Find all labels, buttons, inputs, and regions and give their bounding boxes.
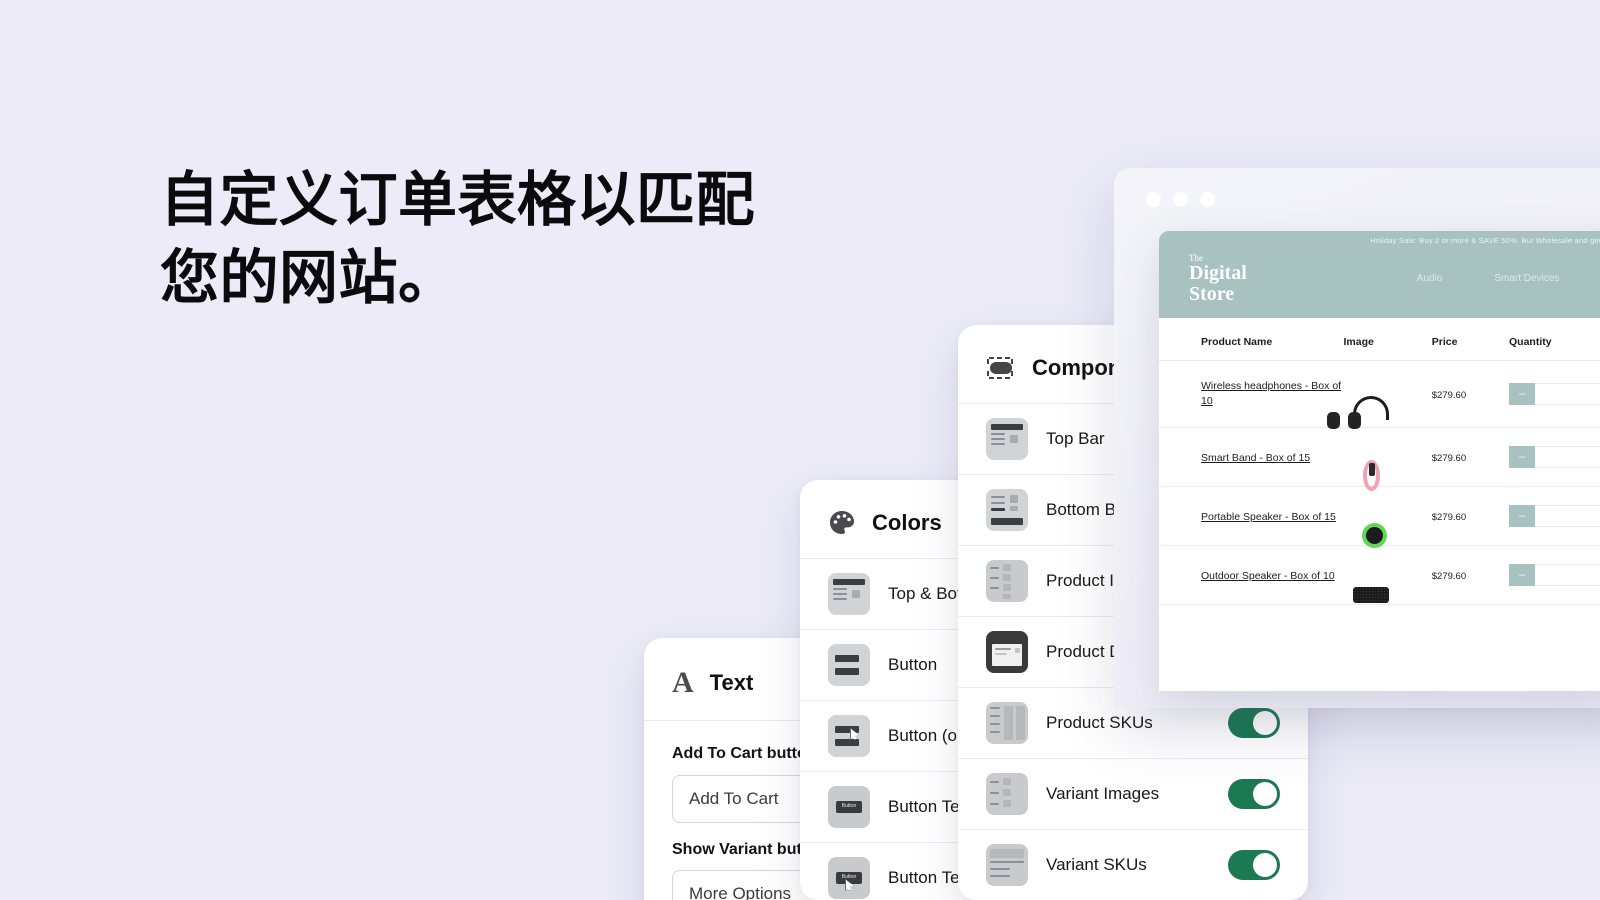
table-row: Wireless headphones - Box of 10 $279.60 … — [1159, 360, 1600, 430]
table-row: Smart Band - Box of 15 $279.60 – — [1159, 427, 1600, 492]
quantity-input[interactable] — [1535, 564, 1600, 587]
component-label-variant-images: Variant Images — [1046, 784, 1160, 803]
minimize-icon[interactable] — [1173, 192, 1188, 207]
button-text-thumb: Button — [828, 786, 870, 828]
product-link[interactable]: Outdoor Speaker - Box of 10 — [1201, 569, 1335, 584]
palette-icon — [828, 510, 856, 536]
logo-line-2: Store — [1189, 282, 1235, 305]
top-bottom-bar-thumb — [828, 573, 870, 615]
product-price: $279.60 — [1431, 453, 1467, 465]
cell-price: $279.60 — [1431, 486, 1509, 547]
cell-price: $279.60 — [1431, 360, 1509, 429]
cell-image — [1343, 486, 1432, 549]
nav-item-smart-devices-1[interactable]: Smart Devices — [1494, 273, 1559, 284]
text-card-title: Text — [709, 670, 754, 695]
product-link[interactable]: Portable Speaker - Box of 15 — [1201, 510, 1336, 525]
colors-card-title: Colors — [872, 510, 942, 535]
nav-item-audio[interactable]: Audio — [1417, 273, 1443, 284]
toggle-variant-images[interactable] — [1228, 779, 1280, 809]
cell-product-name: Smart Band - Box of 15 — [1159, 427, 1344, 488]
nav-links: Audio Smart Devices Smart Devices — [1417, 273, 1600, 284]
maximize-icon[interactable] — [1200, 192, 1215, 207]
cell-quantity: – — [1509, 360, 1600, 429]
variant-images-thumb — [986, 773, 1028, 815]
cell-quantity: – — [1509, 427, 1600, 488]
button-hover-thumb — [828, 715, 870, 757]
toggle-product-skus[interactable] — [1228, 708, 1280, 738]
quantity-stepper[interactable]: – — [1509, 446, 1600, 469]
quantity-stepper[interactable]: – — [1509, 383, 1600, 406]
product-price: $279.60 — [1431, 390, 1467, 402]
cell-quantity: – — [1509, 486, 1600, 547]
quantity-stepper[interactable]: – — [1509, 505, 1600, 528]
cell-price: $279.60 — [1431, 427, 1509, 488]
table-header-row: Product Name Image Price Quantity — [1159, 317, 1600, 361]
cell-product-name: Wireless headphones - Box of 10 — [1159, 360, 1344, 429]
quantity-input[interactable] — [1535, 446, 1600, 469]
cell-image — [1343, 545, 1432, 606]
store-navbar: The Digital Store Audio Smart Devices Sm… — [1159, 248, 1600, 318]
quantity-input[interactable] — [1535, 505, 1600, 528]
decrement-button[interactable]: – — [1509, 446, 1535, 469]
decrement-button[interactable]: – — [1509, 564, 1535, 587]
top-bar-thumb — [986, 418, 1028, 460]
header-quantity: Quantity — [1509, 317, 1600, 361]
cell-quantity: – — [1509, 545, 1600, 606]
bottom-bar-thumb — [986, 489, 1028, 531]
product-link[interactable]: Smart Band - Box of 15 — [1201, 451, 1310, 466]
serif-a-icon: A — [672, 666, 694, 699]
storefront-preview: Holiday Sale: Buy 2 or more & SAVE 50%. … — [1159, 231, 1600, 691]
cell-product-name: Portable Speaker - Box of 15 — [1159, 486, 1344, 547]
product-link[interactable]: Wireless headphones - Box of 10 — [1201, 379, 1344, 409]
header-product-name: Product Name — [1159, 317, 1344, 361]
cell-image — [1326, 360, 1432, 430]
product-skus-thumb — [986, 702, 1028, 744]
component-label-product-skus: Product SKUs — [1046, 713, 1153, 732]
page-headline: 自定义订单表格以匹配您的网站。 — [160, 167, 756, 311]
header-price: Price — [1431, 317, 1509, 361]
table-body: Wireless headphones - Box of 10 $279.60 … — [1159, 360, 1600, 606]
component-icon — [986, 356, 1016, 380]
product-description-thumb — [986, 631, 1028, 673]
button-text-hover-thumb: Button — [828, 857, 870, 899]
component-row-variant-skus[interactable]: Variant SKUs — [958, 829, 1308, 900]
store-logo[interactable]: The Digital Store — [1189, 253, 1247, 305]
cell-image — [1343, 427, 1432, 492]
order-form-table: Product Name Image Price Quantity Wirele… — [1159, 317, 1600, 606]
color-label-button: Button — [888, 655, 938, 674]
table-row: Portable Speaker - Box of 15 $279.60 – — [1159, 486, 1600, 549]
button-thumb — [828, 644, 870, 686]
component-row-variant-images[interactable]: Variant Images — [958, 758, 1308, 829]
toggle-variant-skus[interactable] — [1228, 850, 1280, 880]
table-row: Outdoor Speaker - Box of 10 $279.60 – — [1159, 545, 1600, 606]
promo-banner: Holiday Sale: Buy 2 or more & SAVE 50%. … — [1159, 231, 1600, 248]
logo-line-1: Digital — [1189, 262, 1247, 285]
quantity-stepper[interactable]: – — [1509, 564, 1600, 587]
page-root: 自定义订单表格以匹配您的网站。 A Text Add To Cart butto… — [0, 0, 1600, 900]
component-label-top-bar: Top Bar — [1046, 429, 1105, 448]
product-price: $279.60 — [1431, 571, 1467, 583]
cell-product-name: Outdoor Speaker - Box of 10 — [1159, 545, 1344, 606]
component-label-variant-skus: Variant SKUs — [1046, 855, 1147, 874]
header-image: Image — [1343, 317, 1432, 361]
browser-traffic-lights — [1146, 192, 1215, 207]
product-images-thumb — [986, 560, 1028, 602]
cell-price: $279.60 — [1431, 545, 1509, 606]
quantity-input[interactable] — [1535, 383, 1600, 406]
close-icon[interactable] — [1146, 192, 1161, 207]
variant-skus-thumb — [986, 844, 1028, 886]
decrement-button[interactable]: – — [1509, 383, 1535, 406]
product-price: $279.60 — [1431, 512, 1467, 524]
table-head: Product Name Image Price Quantity — [1159, 317, 1600, 361]
decrement-button[interactable]: – — [1509, 505, 1535, 528]
